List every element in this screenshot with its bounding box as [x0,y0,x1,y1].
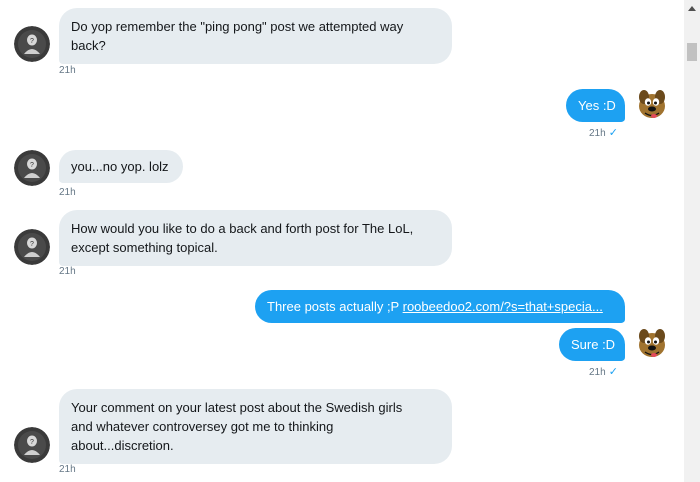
timestamp-text: 21h [589,128,606,139]
message-timestamp: 21h [59,65,76,76]
scroll-up-button[interactable] [684,0,700,16]
sender-avatar[interactable]: ? [14,26,50,62]
message-bubble-incoming[interactable]: you...no yop. lolz [59,150,183,183]
message-text-line: Do yop remember the "ping pong" post we … [71,19,404,34]
message-bubble-outgoing[interactable]: Sure :D [559,328,625,361]
message-link[interactable]: roobeedoo2.com/?s=that+specia... [403,299,603,314]
message-text-line: back? [71,38,106,53]
message-bubble-incoming[interactable]: Your comment on your latest post about t… [59,389,452,464]
gray-silhouette-avatar-icon: ? [14,427,50,463]
conversation-thread: ? Do yop remember the "ping pong" post w… [0,0,684,482]
message-bubble-outgoing[interactable]: Yes :D [566,89,625,122]
timestamp-text: 21h [589,367,606,378]
message-text: Three posts actually ;P [267,299,399,314]
sender-avatar[interactable]: ? [14,229,50,265]
svg-text:?: ? [30,439,34,446]
message-text: you...no yop. lolz [71,159,169,174]
message-text: Sure :D [571,337,616,352]
sender-avatar[interactable]: ? [14,150,50,186]
read-check-icon: ✓ [608,127,618,139]
gray-silhouette-avatar-icon: ? [14,150,50,186]
message-timestamp: 21h ✓ [589,366,618,379]
sender-avatar[interactable]: ? [14,427,50,463]
my-avatar[interactable] [634,86,670,122]
message-text-line: about...discretion. [71,438,174,453]
message-text-line: and whatever controversey got me to thin… [71,419,334,434]
message-timestamp: 21h [59,187,76,198]
message-text-line: Your comment on your latest post about t… [71,400,403,415]
svg-text:?: ? [30,38,34,45]
message-timestamp: 21h ✓ [589,127,618,140]
message-text-line: except something topical. [71,240,218,255]
svg-text:?: ? [30,162,34,169]
message-text-line: How would you like to do a back and fort… [71,221,414,236]
message-timestamp: 21h [59,464,76,475]
message-bubble-incoming[interactable]: How would you like to do a back and fort… [59,210,452,266]
message-timestamp: 21h [59,266,76,277]
scooby-doo-avatar-icon [634,86,670,122]
my-avatar[interactable] [634,325,670,361]
svg-text:?: ? [30,241,34,248]
scooby-doo-avatar-icon [634,325,670,361]
scrollbar-thumb[interactable] [687,43,697,61]
message-text: Yes :D [578,98,616,113]
vertical-scrollbar[interactable] [684,0,700,482]
gray-silhouette-avatar-icon: ? [14,229,50,265]
up-arrow-icon [688,5,696,11]
message-bubble-incoming[interactable]: Do yop remember the "ping pong" post we … [59,8,452,64]
gray-silhouette-avatar-icon: ? [14,26,50,62]
read-check-icon: ✓ [608,366,618,378]
message-bubble-outgoing[interactable]: Three posts actually ;P roobeedoo2.com/?… [255,290,625,323]
